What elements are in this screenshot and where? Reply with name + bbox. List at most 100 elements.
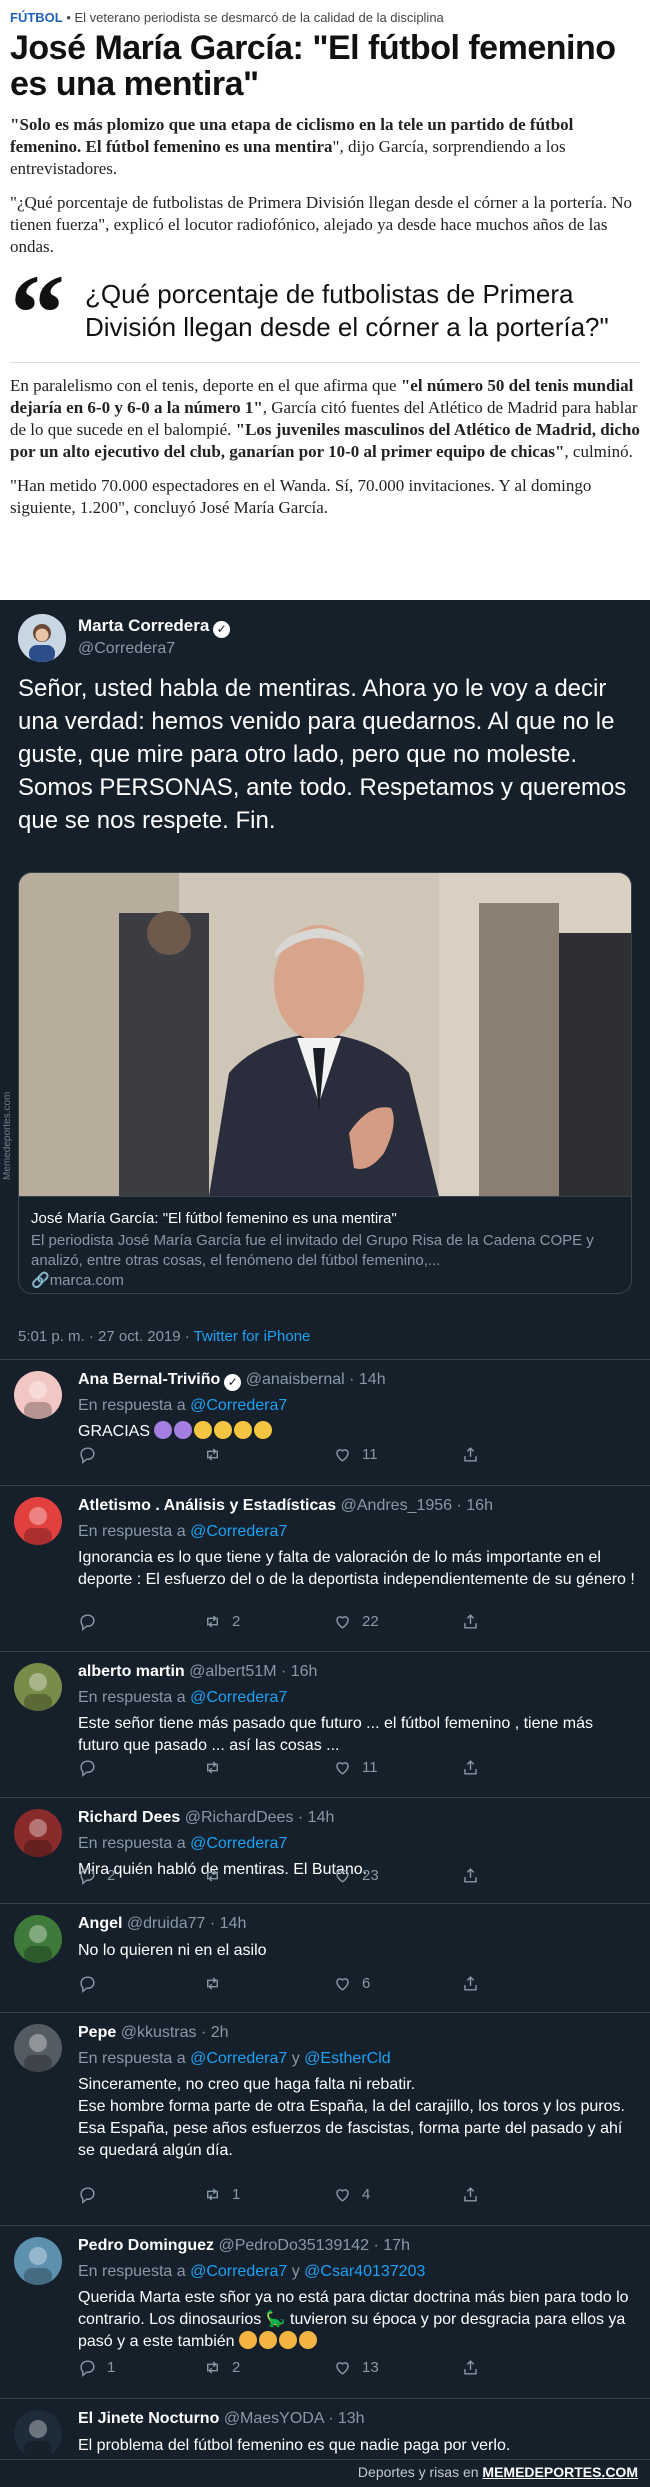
paragraph-4: "Han metido 70.000 espectadores en el Wa… (10, 476, 592, 517)
reply-tweet[interactable]: alberto martin @albert51M · 16h En respue… (0, 1653, 650, 1798)
reply-context: En respuesta a @Corredera7 (78, 1397, 287, 1415)
avatar[interactable] (14, 2237, 62, 2285)
and-label: y (291, 2050, 300, 2067)
reply-to-link[interactable]: @Corredera7 (190, 1835, 287, 1852)
avatar[interactable] (18, 614, 66, 662)
reply-tweet[interactable]: Ana Bernal-Triviño ✓ @anaisbernal · 14h En… (0, 1361, 650, 1486)
reply-tweet[interactable]: Richard Dees @RichardDees · 14h En respue… (0, 1799, 650, 1904)
reply-tweet[interactable]: Atletismo . Análisis y Estadísticas @And… (0, 1487, 650, 1652)
retweet-button[interactable] (203, 1758, 232, 1777)
quote-mark-icon: “ (10, 252, 65, 374)
reply-author-name[interactable]: alberto martin (78, 1663, 185, 1680)
reply-handle-time[interactable]: @PedroDo35139142 · 17h (218, 2237, 410, 2254)
reply-to-link[interactable]: @Corredera7 (190, 1523, 287, 1540)
link-card[interactable]: José María García: "El fútbol femenino e… (18, 872, 632, 1294)
footer-brand[interactable]: MEMEDEPORTES.COM (482, 2464, 638, 2480)
avatar[interactable] (14, 2410, 62, 2458)
like-button[interactable]: 11 (333, 1445, 378, 1464)
reply-to-link-2[interactable]: @Csar40137203 (304, 2263, 425, 2280)
reply-button[interactable] (78, 1758, 107, 1777)
main-tweet: Marta Corredera ✓ @Corredera7 Señor, uste… (0, 600, 650, 1360)
tweet-source[interactable]: Twitter for iPhone (194, 1328, 311, 1345)
avatar[interactable] (14, 2024, 62, 2072)
author-name[interactable]: Marta Corredera (78, 616, 209, 635)
reply-handle-time[interactable]: @RichardDees · 14h (185, 1809, 335, 1826)
in-reply-to-label: En respuesta a (78, 1835, 186, 1852)
retweet-button[interactable]: 2 (203, 2358, 240, 2377)
reply-handle-time[interactable]: @anaisbernal · 14h (246, 1371, 386, 1388)
reply-button[interactable] (78, 1974, 107, 1993)
reply-handle-time[interactable]: @albert51M · 16h (189, 1663, 317, 1680)
reply-to-link[interactable]: @Corredera7 (190, 1397, 287, 1414)
like-button[interactable]: 6 (333, 1974, 370, 1993)
like-button[interactable]: 23 (333, 1866, 379, 1885)
like-button[interactable]: 4 (333, 2185, 370, 2204)
reply-author-name[interactable]: Pedro Dominguez (78, 2237, 214, 2254)
like-button[interactable]: 13 (333, 2358, 379, 2377)
retweet-button[interactable] (203, 1445, 232, 1464)
reply-author-name[interactable]: Ana Bernal-Triviño (78, 1371, 220, 1388)
reply-author-name[interactable]: Richard Dees (78, 1809, 180, 1826)
retweet-button[interactable] (203, 1866, 232, 1885)
reply-button[interactable] (78, 1612, 107, 1631)
reply-to-link[interactable]: @Corredera7 (190, 2050, 287, 2067)
share-icon (461, 1612, 480, 1631)
share-button[interactable] (461, 1612, 480, 1631)
like-icon (333, 1866, 352, 1885)
reply-handle-time[interactable]: @druida77 · 14h (127, 1915, 246, 1932)
reply-button[interactable] (78, 2185, 107, 2204)
reply-tweet[interactable]: Pedro Dominguez @PedroDo35139142 · 17h En… (0, 2227, 650, 2399)
reply-text-content: El problema del fútbol femenino es que n… (78, 2437, 511, 2454)
like-button[interactable]: 22 (333, 1612, 379, 1631)
kicker-text: El veterano periodista se desmarcó de la… (74, 10, 444, 25)
reply-to-link[interactable]: @Corredera7 (190, 2263, 287, 2280)
reply-to-link[interactable]: @Corredera7 (190, 1689, 287, 1706)
author-handle[interactable]: @Corredera7 (78, 640, 175, 658)
retweet-button[interactable] (203, 1974, 232, 1993)
reply-author-name[interactable]: Atletismo . Análisis y Estadísticas (78, 1497, 336, 1514)
reply-button[interactable]: 1 (78, 2358, 115, 2377)
watermark: Memedeportes.com (2, 1091, 13, 1180)
reply-tweet[interactable]: Angel @druida77 · 14h No lo quieren ni en… (0, 1905, 650, 2013)
share-icon (461, 2185, 480, 2204)
reply-icon (78, 2358, 97, 2377)
tweet-time[interactable]: 5:01 p. m. · 27 oct. 2019 · (18, 1328, 194, 1345)
avatar[interactable] (14, 1915, 62, 1963)
share-button[interactable] (461, 1758, 480, 1777)
reply-handle-time[interactable]: @kkustras · 2h (121, 2024, 229, 2041)
reply-handle-time[interactable]: @MaesYODA · 13h (224, 2410, 365, 2427)
reply-context: En respuesta a @Corredera7 y @Csar401372… (78, 2263, 425, 2281)
avatar[interactable] (14, 1371, 62, 1419)
reply-tweet[interactable]: Pepe @kkustras · 2h En respuesta a @Corre… (0, 2014, 650, 2226)
reply-handle-time[interactable]: @Andres_1956 · 16h (341, 1497, 493, 1514)
reply-actions: 2 22 (78, 1612, 558, 1632)
retweet-icon (203, 1974, 222, 1993)
reply-tweet[interactable]: El Jinete Nocturno @MaesYODA · 13h El pro… (0, 2400, 650, 2460)
avatar[interactable] (14, 1497, 62, 1545)
like-count: 22 (362, 1613, 379, 1630)
reply-button[interactable]: 2 (78, 1866, 115, 1885)
avatar[interactable] (14, 1809, 62, 1857)
reply-author-name[interactable]: Pepe (78, 2024, 116, 2041)
share-button[interactable] (461, 1445, 480, 1464)
reply-author-name[interactable]: El Jinete Nocturno (78, 2410, 219, 2427)
share-button[interactable] (461, 1866, 480, 1885)
section-label[interactable]: FÚTBOL (10, 10, 63, 25)
reply-button[interactable] (78, 1445, 107, 1464)
reply-context: En respuesta a @Corredera7 (78, 1689, 287, 1707)
share-button[interactable] (461, 1974, 480, 1993)
share-button[interactable] (461, 2185, 480, 2204)
retweet-button[interactable]: 1 (203, 2185, 240, 2204)
footer-prefix: Deportes y risas en (357, 2464, 483, 2480)
retweet-icon (203, 1612, 222, 1631)
retweet-icon (203, 1866, 222, 1885)
reply-author-name[interactable]: Angel (78, 1915, 122, 1932)
reply-text-content: Ignorancia es lo que tiene y falta de va… (78, 1549, 635, 1588)
avatar[interactable] (14, 1663, 62, 1711)
card-link[interactable]: 🔗marca.com (31, 1271, 621, 1291)
like-button[interactable]: 11 (333, 1758, 378, 1777)
reply-header: El Jinete Nocturno @MaesYODA · 13h (78, 2410, 365, 2428)
reply-to-link-2[interactable]: @EstherCld (304, 2050, 391, 2067)
retweet-button[interactable]: 2 (203, 1612, 240, 1631)
share-button[interactable] (461, 2358, 480, 2377)
